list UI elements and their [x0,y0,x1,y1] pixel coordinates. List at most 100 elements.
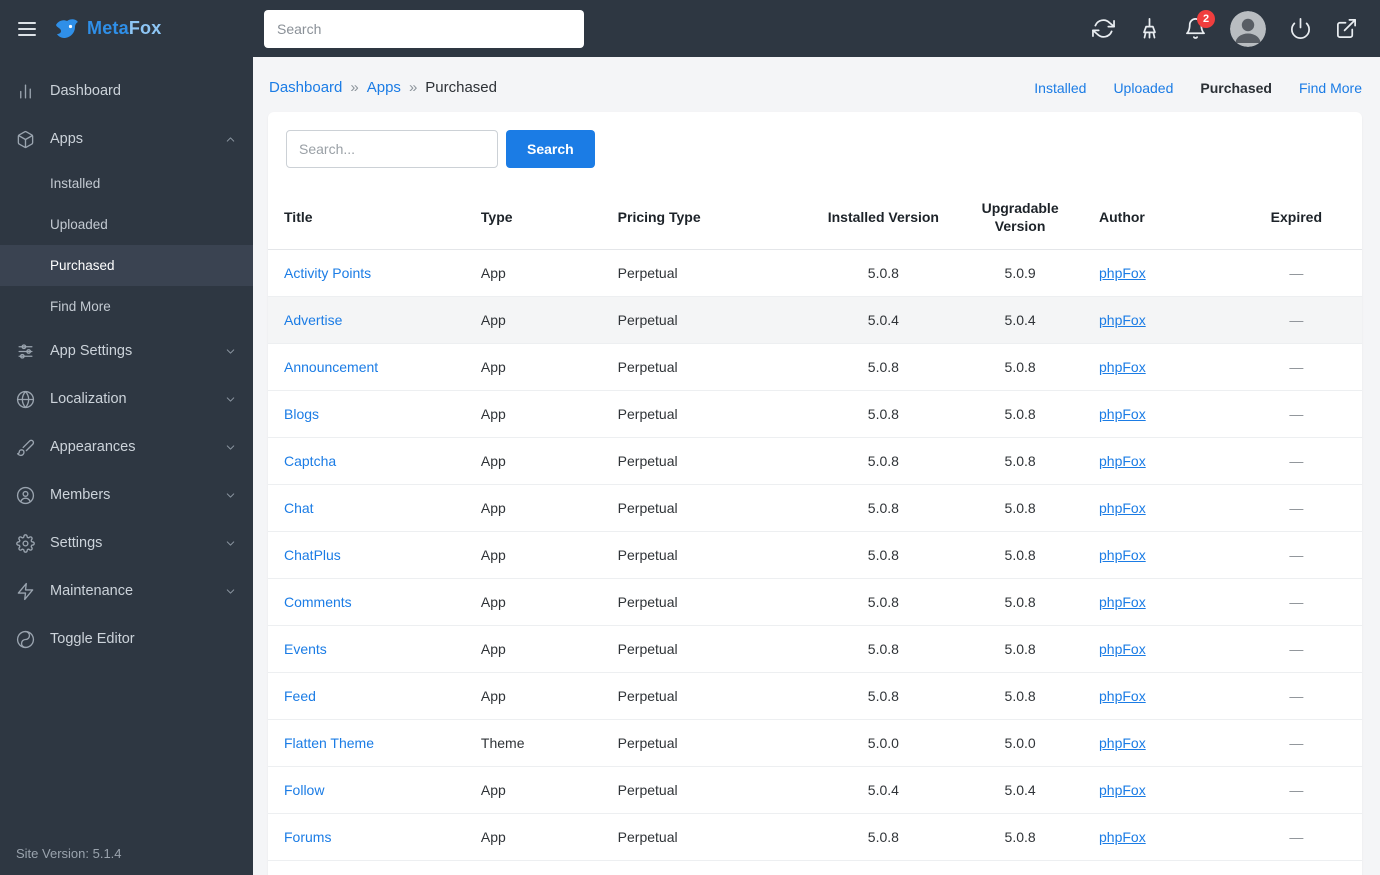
app-upgradable-version: 5.0.0 [957,719,1083,767]
sidebar-item-appearances[interactable]: Appearances [0,423,253,471]
app-author-link[interactable]: phpFox [1099,453,1146,469]
sidebar-item-toggle-editor[interactable]: Toggle Editor [0,615,253,663]
app-author-link[interactable]: phpFox [1099,547,1146,563]
globe-icon [16,390,35,408]
app-title-link[interactable]: Feed [284,688,316,704]
app-pricing-type: Perpetual [601,719,810,767]
breadcrumb-apps[interactable]: Apps [367,79,401,96]
table-row: Chat App Perpetual 5.0.8 5.0.8 phpFox — [268,484,1362,532]
app-installed-version: 5.0.8 [809,860,958,875]
topbar-left: MetaFox [0,16,253,42]
user-avatar[interactable] [1230,10,1266,47]
sidebar-item-installed[interactable]: Installed [0,163,253,204]
app-title-link[interactable]: Announcement [284,359,378,375]
app-title-link[interactable]: Events [284,641,327,657]
column-type: Type [464,186,602,250]
app-expired: — [1230,531,1362,579]
app-author-link[interactable]: phpFox [1099,406,1146,422]
app-author-link[interactable]: phpFox [1099,829,1146,845]
sidebar-item-label: Maintenance [50,583,134,599]
app-title-link[interactable]: Captcha [284,453,336,469]
sidebar-item-app-settings[interactable]: App Settings [0,327,253,375]
table-row: Activity Points App Perpetual 5.0.8 5.0.… [268,249,1362,297]
breadcrumb-current: Purchased [425,79,497,96]
sidebar-item-localization[interactable]: Localization [0,375,253,423]
app-expired: — [1230,437,1362,485]
global-search-select[interactable]: Search [264,9,584,48]
open-site-button[interactable] [1335,17,1358,40]
app-author-link[interactable]: phpFox [1099,641,1146,657]
app-installed-version: 5.0.4 [809,766,958,814]
app-upgradable-version: 5.0.8 [957,578,1083,626]
menu-toggle-button[interactable] [16,18,38,40]
app-pricing-type: Perpetual [601,390,810,438]
app-author-link[interactable]: phpFox [1099,500,1146,516]
table-row: Friends App Perpetual 5.0.8 5.0.8 phpFox… [268,860,1362,875]
app-title-link[interactable]: Activity Points [284,265,371,281]
app-title-link[interactable]: ChatPlus [284,547,341,563]
app-pricing-type: Perpetual [601,296,810,344]
search-button[interactable]: Search [506,130,595,168]
table-row: Comments App Perpetual 5.0.8 5.0.8 phpFo… [268,578,1362,626]
sidebar-item-purchased[interactable]: Purchased [0,245,253,286]
app-type: App [464,531,602,579]
notifications-button[interactable]: 2 [1184,10,1215,40]
sidebar-item-maintenance[interactable]: Maintenance [0,567,253,615]
breadcrumb-dashboard[interactable]: Dashboard [269,79,342,96]
topbar: MetaFox Search 2 [0,0,1380,57]
sidebar-item-dashboard[interactable]: Dashboard [0,67,253,115]
table-row: Blogs App Perpetual 5.0.8 5.0.8 phpFox — [268,390,1362,438]
tab-installed[interactable]: Installed [1034,80,1086,96]
app-title-link[interactable]: Follow [284,782,324,798]
table-row: Events App Perpetual 5.0.8 5.0.8 phpFox … [268,625,1362,673]
table-row: Flatten Theme Theme Perpetual 5.0.0 5.0.… [268,719,1362,767]
app-title-link[interactable]: Blogs [284,406,319,422]
broom-icon [1143,18,1156,39]
app-pricing-type: Perpetual [601,437,810,485]
app-author-link[interactable]: phpFox [1099,265,1146,281]
table-body: Activity Points App Perpetual 5.0.8 5.0.… [268,249,1362,875]
app-upgradable-version: 5.0.8 [957,531,1083,579]
app-expired: — [1230,578,1362,626]
refresh-button[interactable] [1092,17,1115,40]
sidebar-item-settings[interactable]: Settings [0,519,253,567]
tab-uploaded[interactable]: Uploaded [1113,80,1173,96]
main-content: Dashboard » Apps » Purchased Installed U… [253,57,1380,875]
column-pricing-type: Pricing Type [601,186,810,250]
table-toolbar: Search [268,112,1362,186]
brush-icon [16,439,35,456]
sidebar-item-apps[interactable]: Apps [0,115,253,163]
tab-purchased[interactable]: Purchased [1200,80,1272,96]
app-author-link[interactable]: phpFox [1099,782,1146,798]
app-installed-version: 5.0.8 [809,625,958,673]
tab-find-more[interactable]: Find More [1299,80,1362,96]
logo-text: MetaFox [87,18,162,38]
app-installed-version: 5.0.8 [809,437,958,485]
app-title-link[interactable]: Advertise [284,312,342,328]
search-input[interactable] [286,130,498,168]
power-button[interactable] [1289,17,1312,40]
app-author-link[interactable]: phpFox [1099,312,1146,328]
app-title-link[interactable]: Comments [284,594,352,610]
app-expired: — [1230,390,1362,438]
app-title-link[interactable]: Chat [284,500,314,516]
app-pricing-type: Perpetual [601,249,810,297]
app-author-link[interactable]: phpFox [1099,688,1146,704]
app-author-link[interactable]: phpFox [1099,735,1146,751]
sub-item-label: Purchased [50,258,115,273]
app-type: App [464,484,602,532]
metafox-logo[interactable]: MetaFox [54,16,161,42]
app-author-link[interactable]: phpFox [1099,594,1146,610]
sidebar-item-uploaded[interactable]: Uploaded [0,204,253,245]
global-search-placeholder: Search [277,20,322,37]
app-author-link[interactable]: phpFox [1099,359,1146,375]
app-type: App [464,625,602,673]
app-title-link[interactable]: Flatten Theme [284,735,374,751]
sidebar-item-members[interactable]: Members [0,471,253,519]
app-installed-version: 5.0.8 [809,390,958,438]
clear-cache-button[interactable] [1138,17,1161,40]
app-installed-version: 5.0.4 [809,296,958,344]
sidebar-item-find-more[interactable]: Find More [0,286,253,327]
user-circle-icon [16,486,35,504]
app-title-link[interactable]: Forums [284,829,331,845]
